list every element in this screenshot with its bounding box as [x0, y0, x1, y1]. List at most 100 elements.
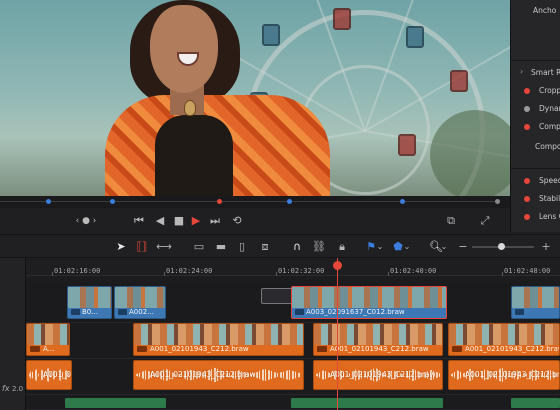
enable-toggle-icon[interactable]	[524, 124, 530, 130]
audio-clip[interactable]: A001_0...	[26, 360, 72, 390]
wheel-car	[262, 24, 280, 46]
insert-clip-icon[interactable]: ▭	[190, 238, 208, 255]
track-headers: fx 2.0	[0, 258, 26, 410]
clip-name: A001_02101943_C212.braw	[150, 370, 256, 379]
inspector-item-smart-reframe[interactable]: › Smart Re	[511, 64, 560, 82]
timeline-clip[interactable]: A001_02101943_C212.braw	[448, 323, 560, 356]
clip-name: A...	[43, 345, 55, 353]
clip-thumbnails	[314, 324, 442, 345]
enable-toggle-icon[interactable]	[524, 88, 530, 94]
audio-clip[interactable]	[65, 398, 166, 408]
chevron-down-icon[interactable]: ⌄	[374, 238, 386, 255]
enable-toggle-icon[interactable]	[524, 106, 530, 112]
play-reverse-button[interactable]: ◀	[152, 212, 168, 230]
clip-thumbnails	[512, 287, 559, 308]
timeline-clip[interactable]: A...	[26, 323, 70, 356]
person-face	[150, 5, 218, 93]
audio-clip[interactable]: A001_02101943_C212.braw	[133, 360, 304, 390]
replace-clip-icon[interactable]: ▯	[233, 238, 251, 255]
video-clip-icon	[30, 346, 40, 352]
marker[interactable]	[287, 199, 292, 204]
audio-clip[interactable]: A001_02101943_C212.braw	[448, 360, 560, 390]
video-clip-icon	[118, 309, 127, 315]
inspector-item-anchor[interactable]: Ancho	[511, 2, 560, 20]
scrubber-end-handle[interactable]	[495, 199, 500, 204]
playhead-handle[interactable]	[333, 261, 342, 270]
inspector-item-label: Speed	[539, 176, 560, 185]
marker[interactable]	[46, 199, 51, 204]
timeline-clip[interactable]: A001_02101943_C212.braw	[313, 323, 443, 356]
chevron-down-icon[interactable]: ⌄	[401, 238, 413, 255]
timecode-ruler[interactable]: 01:02:16:00 01:02:24:00 01:02:32:00 01:0…	[26, 258, 560, 276]
viewer-scrubber[interactable]	[0, 196, 510, 208]
chevron-down-icon[interactable]: ⌄	[438, 238, 450, 255]
prev-clip-button[interactable]: ⏮	[131, 212, 147, 230]
inspector-item-composite-mode[interactable]: Compos	[511, 138, 560, 156]
zoom-in-icon[interactable]: +	[537, 238, 555, 255]
clip-name: A001_02101943_C212.braw	[330, 345, 429, 353]
next-clip-button[interactable]: ⏭	[207, 212, 223, 230]
fullscreen-icon[interactable]: ⤢	[476, 212, 494, 230]
timeline-clip[interactable]: A002...	[114, 286, 166, 319]
inspector-item-label: Compo	[539, 122, 560, 131]
ruler-tick	[276, 272, 277, 276]
video-viewer[interactable]	[0, 0, 510, 196]
linked-selection-icon[interactable]: ⛓	[310, 238, 328, 255]
ruler-tick	[164, 272, 165, 276]
clip-name: A003_02091637_C012.braw	[306, 308, 405, 316]
overwrite-clip-icon[interactable]: ▬	[212, 238, 230, 255]
match-frame-icon[interactable]: ⧉	[442, 212, 460, 230]
enable-toggle-icon[interactable]	[524, 178, 530, 184]
enable-toggle-icon[interactable]	[524, 214, 530, 220]
clip-thumbnails	[292, 287, 446, 308]
nav-prev-next[interactable]: ‹ ● ›	[72, 212, 100, 230]
blade-edit-icon[interactable]: ⟦⟧	[133, 238, 151, 255]
inspector-item-label: Stabili	[539, 194, 560, 203]
audio-clip[interactable]	[291, 398, 443, 408]
inspector-item-dynamic-zoom[interactable]: Dynam	[511, 100, 560, 118]
selection-tool-icon[interactable]: ➤	[112, 238, 130, 255]
play-button[interactable]: ▶	[188, 212, 204, 230]
inspector-item-composite[interactable]: Compo	[511, 118, 560, 136]
wheel-car	[450, 70, 468, 92]
loop-button[interactable]: ⟲	[228, 212, 246, 230]
timecode-label: 01:02:48:00	[504, 267, 551, 275]
inspector-item-label: Smart Re	[531, 68, 560, 77]
wheel-car	[398, 134, 416, 156]
playhead[interactable]	[337, 258, 338, 410]
trim-tool-icon[interactable]: ⟷	[155, 238, 173, 255]
inspector-item-speed[interactable]: Speed	[511, 172, 560, 190]
inspector-item-lens-correction[interactable]: Lens C	[511, 208, 560, 226]
inspector-item-stabilization[interactable]: Stabili	[511, 190, 560, 208]
timeline-clip-selected[interactable]: A003_02091637_C012.braw	[291, 286, 447, 319]
zoom-out-icon[interactable]: −	[454, 238, 472, 255]
timecode-label: 01:02:32:00	[278, 267, 325, 275]
video-clip-icon	[137, 346, 147, 352]
marker[interactable]	[400, 199, 405, 204]
transport-controls: ‹ ● › ⏮ ◀ ■ ▶ ⏭ ⟲ ⧉ ⤢	[0, 208, 510, 234]
inspector-item-cropping[interactable]: Croppi	[511, 82, 560, 100]
stop-button[interactable]: ■	[171, 212, 187, 230]
clip-thumbnails	[115, 287, 165, 308]
audio-clip[interactable]: A001_02101943_C212.braw	[313, 360, 443, 390]
place-on-top-icon[interactable]: ⧈	[256, 238, 274, 255]
chevron-right-icon[interactable]: ›	[520, 67, 523, 76]
timeline-clip[interactable]: A001_02101943_C212.braw	[133, 323, 304, 356]
timeline-clip[interactable]	[511, 286, 560, 319]
timeline-clip[interactable]: B0...	[67, 286, 112, 319]
zoom-slider-handle[interactable]	[498, 243, 505, 250]
video-clip-icon	[71, 309, 80, 315]
clip-thumbnails	[68, 287, 111, 308]
marker[interactable]	[110, 199, 115, 204]
audio-clip[interactable]	[511, 398, 560, 408]
fx-icon: fx	[2, 384, 10, 393]
inspector-item-label: Croppi	[539, 86, 560, 95]
lock-icon[interactable]: 🔒︎	[333, 238, 351, 255]
enable-toggle-icon[interactable]	[524, 196, 530, 202]
background-tree	[430, 110, 510, 196]
snapping-icon[interactable]: ∩	[288, 238, 306, 255]
clip-name: B0...	[82, 308, 98, 316]
playhead-marker[interactable]	[217, 199, 222, 204]
scrubber-track[interactable]	[0, 201, 498, 202]
inspector-item-label: Compos	[535, 142, 560, 151]
